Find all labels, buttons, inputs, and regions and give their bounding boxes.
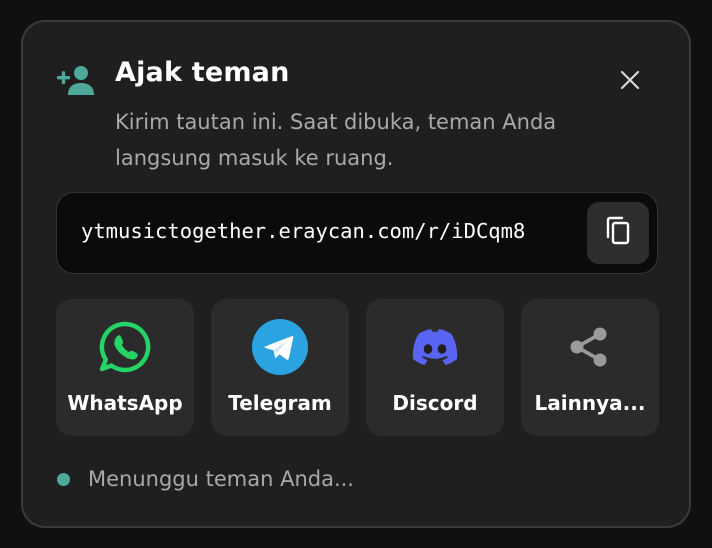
invite-link-text[interactable]: ytmusictogether.eraycan.com/r/iDCqm8: [81, 219, 525, 243]
copy-link-button[interactable]: [587, 202, 649, 264]
telegram-icon: [252, 319, 308, 375]
share-whatsapp-button[interactable]: WhatsApp: [56, 299, 194, 436]
dialog-title: Ajak teman: [115, 57, 290, 88]
invite-link-field[interactable]: ytmusictogether.eraycan.com/r/iDCqm8: [56, 192, 658, 274]
dialog-subtitle: Kirim tautan ini. Saat dibuka, teman And…: [115, 110, 557, 170]
share-icon: [562, 319, 618, 375]
share-discord-label: Discord: [392, 391, 478, 415]
status-text: Menunggu teman Anda...: [88, 467, 354, 491]
add-person-icon: [56, 64, 96, 96]
share-discord-button[interactable]: Discord: [366, 299, 504, 436]
close-icon: [620, 70, 640, 94]
invite-dialog: Ajak teman Kirim tautan ini. Saat dibuka…: [21, 20, 691, 528]
share-telegram-label: Telegram: [228, 391, 332, 415]
share-whatsapp-label: WhatsApp: [67, 391, 183, 415]
close-button[interactable]: [615, 67, 645, 97]
share-more-label: Lainnya...: [534, 391, 646, 415]
share-telegram-button[interactable]: Telegram: [211, 299, 349, 436]
copy-icon: [605, 216, 631, 250]
whatsapp-icon: [97, 319, 153, 375]
share-more-button[interactable]: Lainnya...: [521, 299, 659, 436]
status-indicator-dot: [57, 473, 70, 486]
discord-icon: [407, 319, 463, 375]
